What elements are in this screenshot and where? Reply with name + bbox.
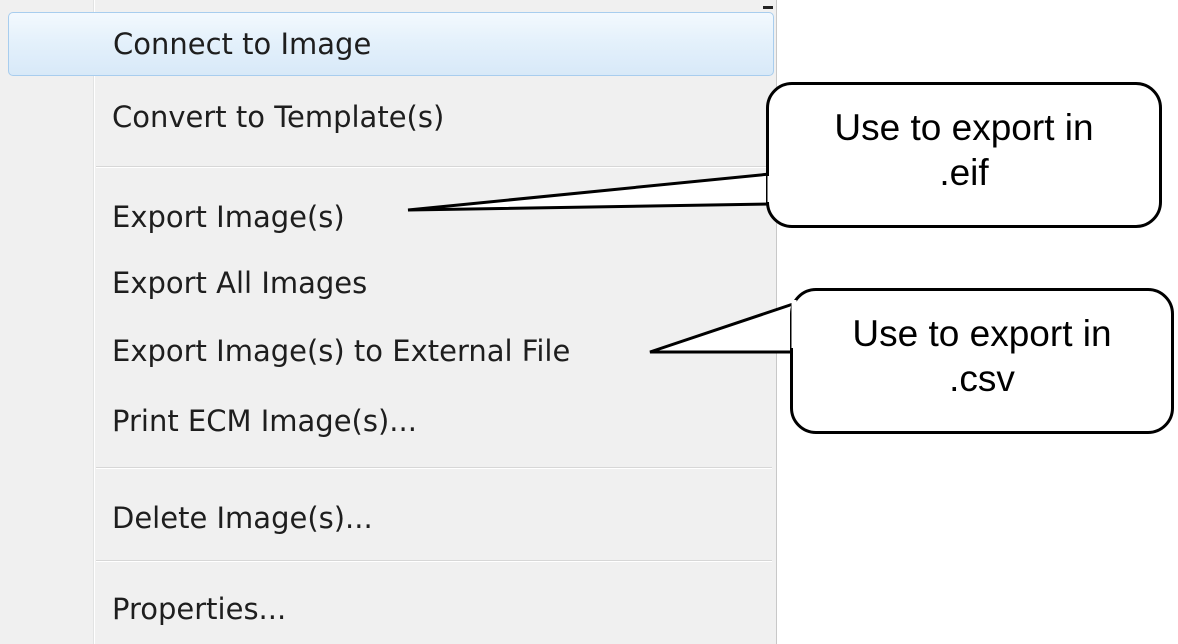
screenshot-canvas: Connect to Image Convert to Template(s) … — [0, 0, 1178, 644]
menu-item-label: Export All Images — [112, 266, 368, 300]
menu-item-label: Convert to Template(s) — [112, 100, 445, 134]
menu-item-label: Export Image(s) to External File — [112, 334, 571, 368]
menu-item-export-images-to-external-file[interactable]: Export Image(s) to External File — [4, 322, 770, 380]
callout-eif-line1: Use to export in — [834, 107, 1094, 148]
menu-item-export-all-images[interactable]: Export All Images — [4, 254, 770, 312]
callout-eif: Use to export in .eif — [766, 82, 1162, 228]
menu-top-edge-mark — [763, 6, 773, 9]
callout-csv-line1: Use to export in — [852, 313, 1112, 354]
menu-item-properties[interactable]: Properties... — [4, 580, 770, 638]
menu-item-export-images[interactable]: Export Image(s) — [4, 186, 770, 244]
menu-item-convert-to-templates[interactable]: Convert to Template(s) — [4, 88, 770, 146]
menu-item-label: Connect to Image — [113, 27, 372, 61]
menu-item-connect-to-image[interactable]: Connect to Image — [8, 12, 774, 76]
menu-item-label: Delete Image(s)... — [112, 501, 373, 535]
menu-item-print-ecm-images[interactable]: Print ECM Image(s)... — [4, 392, 770, 450]
callout-csv: Use to export in .csv — [790, 288, 1174, 434]
menu-separator — [96, 166, 772, 168]
callout-csv-line2: .csv — [949, 358, 1015, 400]
menu-item-label: Properties... — [112, 592, 287, 626]
menu-item-label: Export Image(s) — [112, 200, 345, 234]
menu-separator — [96, 560, 772, 562]
menu-item-label: Print ECM Image(s)... — [112, 404, 417, 438]
menu-item-delete-images[interactable]: Delete Image(s)... — [4, 488, 770, 546]
menu-separator — [96, 467, 772, 469]
callout-eif-line2: .eif — [939, 152, 989, 194]
context-menu: Connect to Image Convert to Template(s) … — [0, 0, 777, 644]
